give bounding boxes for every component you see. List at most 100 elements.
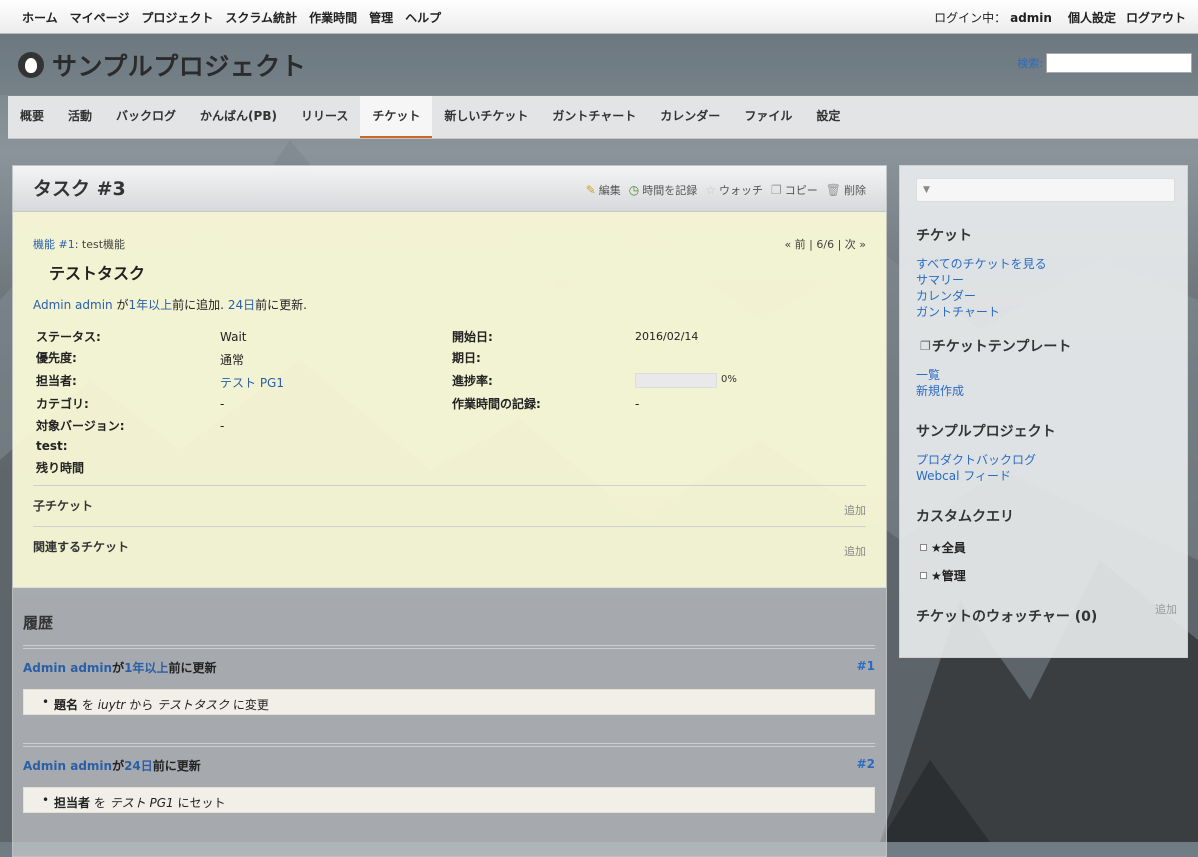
- add-watcher-link[interactable]: 追加: [1155, 601, 1177, 617]
- spent-time-value: -: [635, 397, 640, 411]
- sidebar-link-template-new[interactable]: 新規作成: [916, 382, 964, 399]
- journal-separator: [23, 743, 875, 747]
- custom-query-item[interactable]: ★全員: [920, 539, 966, 556]
- log-time-button[interactable]: ◷ 時間を記録: [629, 182, 697, 198]
- top-menu-help[interactable]: ヘルプ: [405, 9, 441, 26]
- journal-user-link[interactable]: Admin admin: [23, 661, 112, 675]
- logout-link[interactable]: ログアウト: [1126, 9, 1186, 26]
- sidebar-template-title: ❐ チケットテンプレート: [920, 339, 1072, 355]
- sidebar-link-gantt[interactable]: ガントチャート: [916, 303, 1000, 320]
- author-link[interactable]: Admin admin: [33, 298, 113, 312]
- main-menu: 概要 活動 バックログ かんばん(PB) リリース チケット 新しいチケット ガントチャートカ…: [8, 96, 1198, 139]
- journal-detail-text: 題名 を iuytr から テストタスク に変更: [54, 698, 269, 712]
- trash-icon: 🗑: [825, 183, 841, 197]
- status-value: Wait: [220, 330, 247, 344]
- issue-actions: ✎ 編集 ◷ 時間を記録 ☆ ウォッチ ❐ コピー 🗑 削除: [578, 182, 866, 198]
- relations-title: 関連するチケット: [33, 540, 130, 554]
- tab-calendar[interactable]: カレンダー: [648, 96, 732, 138]
- assignee-link[interactable]: テスト PG1: [220, 374, 284, 391]
- bullet-icon: •: [42, 695, 50, 709]
- done-ratio-value: 0%: [721, 374, 737, 385]
- search-input[interactable]: [1046, 53, 1192, 73]
- progress-bar: [635, 373, 717, 388]
- edit-button[interactable]: ✎ 編集: [586, 182, 621, 198]
- top-menu-home[interactable]: ホーム: [22, 9, 58, 26]
- sidebar-link-calendar[interactable]: カレンダー: [916, 287, 976, 304]
- top-menu-time[interactable]: 作業時間: [309, 9, 357, 26]
- tab-new-issue[interactable]: 新しいチケット: [432, 96, 540, 138]
- spent-time-label: 作業時間の記録:: [452, 397, 541, 411]
- top-menu-scrum-stats[interactable]: スクラム統計: [225, 9, 297, 26]
- header: サンプルプロジェクト 検索:: [0, 33, 1198, 95]
- sidebar-link-all-issues[interactable]: すべてのチケットを見る: [916, 255, 1047, 272]
- tab-files[interactable]: ファイル: [732, 96, 804, 138]
- tab-settings[interactable]: 設定: [804, 96, 852, 138]
- sidebar-tickets-title: チケット: [916, 228, 972, 244]
- history-title: 履歴: [23, 614, 54, 632]
- start-date-label: 開始日:: [452, 330, 493, 344]
- sidebar-project-title: サンプルプロジェクト: [916, 424, 1056, 440]
- journal-number-link[interactable]: #2: [857, 757, 875, 771]
- sidebar-link-summary[interactable]: サマリー: [916, 271, 964, 288]
- tab-kanban[interactable]: かんばん(PB): [188, 96, 289, 138]
- bullet-icon: •: [42, 793, 50, 807]
- content: タスク #3 ✎ 編集 ◷ 時間を記録 ☆ ウォッチ ❐ コピー 🗑 削除 機能 #1: …: [12, 165, 887, 857]
- sidebar-watchers-title: チケットのウォッチャー (0): [916, 609, 1098, 625]
- tab-overview[interactable]: 概要: [8, 96, 56, 138]
- journal-user-link[interactable]: Admin admin: [23, 759, 112, 773]
- journal-ago-link[interactable]: 1年以上: [124, 661, 168, 675]
- quick-search: 検索:: [1017, 53, 1192, 73]
- checkbox-icon: [920, 572, 927, 579]
- page-title: サンプルプロジェクト: [18, 47, 306, 83]
- parent-issue: 機能 #1: test機能: [33, 236, 125, 252]
- add-relation-link[interactable]: 追加: [844, 543, 866, 559]
- status-label: ステータス:: [36, 330, 101, 344]
- journal-detail: • 題名 を iuytr から テストタスク に変更: [23, 689, 875, 715]
- watch-button[interactable]: ☆ ウォッチ: [705, 182, 763, 198]
- my-account-link[interactable]: 個人設定: [1068, 9, 1116, 26]
- journal-number-link[interactable]: #1: [857, 659, 875, 673]
- author-line: Admin admin が1年以上前に追加. 24日前に更新.: [33, 298, 307, 312]
- sidebar-custom-query-title: カスタムクエリ: [916, 509, 1014, 525]
- search-label[interactable]: 検索:: [1017, 55, 1043, 71]
- journal-detail-text: 担当者 を テスト PG1 にセット: [54, 796, 226, 810]
- issue-navigation[interactable]: « 前 | 6/6 | 次 »: [784, 236, 866, 252]
- add-subtask-link[interactable]: 追加: [844, 502, 866, 518]
- star-icon: ☆: [705, 183, 716, 197]
- top-menu-projects[interactable]: プロジェクト: [141, 9, 213, 26]
- pencil-icon: ✎: [585, 183, 596, 197]
- tab-activity[interactable]: 活動: [56, 96, 104, 138]
- tab-backlog[interactable]: バックログ: [104, 96, 188, 138]
- priority-value: 通常: [220, 353, 245, 367]
- copy-button[interactable]: ❐ コピー: [771, 182, 818, 198]
- tab-releases[interactable]: リリース: [289, 96, 360, 138]
- issue-title: タスク #3: [33, 178, 126, 200]
- start-date-value: 2016/02/14: [635, 330, 699, 343]
- project-name: サンプルプロジェクト: [52, 52, 307, 81]
- journal-detail: • 担当者 を テスト PG1 にセット: [23, 787, 875, 813]
- top-menu-mypage[interactable]: マイページ: [70, 9, 130, 26]
- journal-header: Admin adminが1年以上前に更新 #1: [23, 659, 875, 675]
- sidebar-link-product-backlog[interactable]: プロダクトバックログ: [916, 451, 1036, 468]
- sidebar-select[interactable]: ▼: [916, 178, 1175, 202]
- template-icon: ❐: [920, 339, 931, 353]
- updated-ago-link[interactable]: 24日: [228, 298, 255, 312]
- divider: [33, 526, 866, 527]
- top-menu: ホーム マイページ プロジェクト スクラム統計 作業時間 管理 ヘルプ ログイン…: [0, 0, 1198, 34]
- subtasks-title: 子チケット: [33, 499, 94, 513]
- sidebar-link-template-list[interactable]: 一覧: [916, 366, 940, 383]
- due-date-label: 期日:: [452, 351, 481, 365]
- custom-query-item[interactable]: ★管理: [920, 567, 966, 584]
- category-value: -: [220, 397, 225, 411]
- logged-in-user[interactable]: admin: [1010, 11, 1052, 25]
- tab-issues[interactable]: チケット: [360, 96, 433, 138]
- sidebar-link-webcal[interactable]: Webcal フィード: [916, 467, 1011, 484]
- tab-gantt[interactable]: ガントチャート: [540, 96, 648, 138]
- parent-issue-link[interactable]: 機能 #1: [33, 238, 75, 251]
- sidebar: ▼ チケット すべてのチケットを見る サマリー カレンダー ガントチャート ❐ チ…: [899, 165, 1188, 658]
- divider: [33, 485, 866, 486]
- delete-button[interactable]: 🗑 削除: [826, 182, 866, 198]
- top-menu-admin[interactable]: 管理: [369, 9, 393, 26]
- created-ago-link[interactable]: 1年以上: [129, 298, 173, 312]
- journal-ago-link[interactable]: 24日: [124, 759, 153, 773]
